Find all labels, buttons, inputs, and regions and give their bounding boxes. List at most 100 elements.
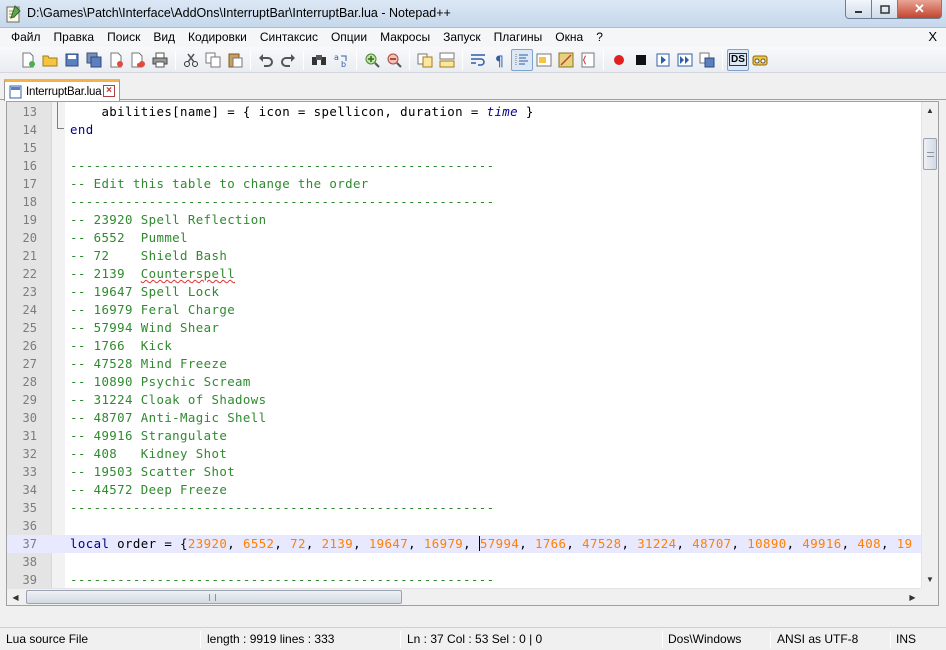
zoom-in-button[interactable] bbox=[361, 49, 383, 71]
menu-language[interactable]: Синтаксис bbox=[254, 28, 325, 47]
line-text[interactable]: -- 19503 Scatter Shot bbox=[70, 463, 235, 481]
tab-close-icon[interactable]: × bbox=[103, 85, 115, 97]
folder-view-button[interactable] bbox=[533, 49, 555, 71]
code-line[interactable]: 31 -- 49916 Strangulate bbox=[7, 427, 921, 445]
maximize-button[interactable] bbox=[872, 0, 898, 19]
tab-interruptbar-lua[interactable]: InterruptBar.lua × bbox=[4, 79, 120, 101]
line-text[interactable]: -- 408 Kidney Shot bbox=[70, 445, 227, 463]
code-line[interactable]: 27 -- 47528 Mind Freeze bbox=[7, 355, 921, 373]
line-text[interactable]: end bbox=[70, 121, 94, 139]
menu-run[interactable]: Запуск bbox=[437, 28, 488, 47]
spellcheck-button[interactable] bbox=[749, 49, 771, 71]
code-line[interactable]: 23 -- 19647 Spell Lock bbox=[7, 283, 921, 301]
code-line[interactable]: 21 -- 72 Shield Bash bbox=[7, 247, 921, 265]
line-text[interactable]: -- 2139 Counterspell bbox=[70, 265, 235, 283]
copy-button[interactable] bbox=[202, 49, 224, 71]
save-all-button[interactable] bbox=[83, 49, 105, 71]
line-text[interactable]: abilities[name] = { icon = spellicon, du… bbox=[70, 103, 534, 121]
record-macro-button[interactable] bbox=[608, 49, 630, 71]
code-line[interactable]: 18 --------------------------------------… bbox=[7, 193, 921, 211]
vertical-scroll-thumb[interactable] bbox=[923, 138, 937, 170]
word-wrap-button[interactable] bbox=[467, 49, 489, 71]
menu-settings[interactable]: Опции bbox=[325, 28, 374, 47]
ds-button[interactable]: DS bbox=[727, 48, 749, 71]
code-line[interactable]: 37 local order = {23920, 6552, 72, 2139, … bbox=[7, 535, 921, 553]
menu-window[interactable]: Окна bbox=[549, 28, 590, 47]
scroll-down-arrow-icon[interactable]: ▼ bbox=[922, 571, 938, 588]
stop-record-button[interactable] bbox=[630, 49, 652, 71]
scroll-right-arrow-icon[interactable]: ▶ bbox=[904, 589, 921, 605]
scroll-left-arrow-icon[interactable]: ◀ bbox=[7, 589, 24, 605]
menu-search[interactable]: Поиск bbox=[101, 28, 147, 47]
replace-button[interactable]: ab bbox=[330, 49, 352, 71]
sync-vertical-button[interactable] bbox=[414, 49, 436, 71]
open-file-button[interactable] bbox=[39, 49, 61, 71]
find-button[interactable] bbox=[308, 49, 330, 71]
line-text[interactable]: -- 47528 Mind Freeze bbox=[70, 355, 227, 373]
close-window-button[interactable]: ✕ bbox=[898, 0, 942, 19]
undo-button[interactable] bbox=[255, 49, 277, 71]
menu-macro[interactable]: Макросы bbox=[374, 28, 437, 47]
paste-button[interactable] bbox=[224, 49, 246, 71]
line-text[interactable]: -- 72 Shield Bash bbox=[70, 247, 227, 265]
close-all-button[interactable] bbox=[127, 49, 149, 71]
close-document-x[interactable]: X bbox=[928, 29, 937, 44]
line-text[interactable]: -- 49916 Strangulate bbox=[70, 427, 227, 445]
code-line[interactable]: 22 -- 2139 Counterspell bbox=[7, 265, 921, 283]
code-line[interactable]: 33 -- 19503 Scatter Shot bbox=[7, 463, 921, 481]
line-text[interactable]: -- 16979 Feral Charge bbox=[70, 301, 235, 319]
code-line[interactable]: 25 -- 57994 Wind Shear bbox=[7, 319, 921, 337]
menu-view[interactable]: Вид bbox=[147, 28, 182, 47]
code-line[interactable]: 15 bbox=[7, 139, 921, 157]
sync-horizontal-button[interactable] bbox=[436, 49, 458, 71]
menu-edit[interactable]: Правка bbox=[48, 28, 102, 47]
show-all-chars-button[interactable]: ¶ bbox=[489, 49, 511, 71]
code-line[interactable]: 19 -- 23920 Spell Reflection bbox=[7, 211, 921, 229]
new-file-button[interactable] bbox=[17, 49, 39, 71]
code-line[interactable]: 29 -- 31224 Cloak of Shadows bbox=[7, 391, 921, 409]
code-line[interactable]: 38 bbox=[7, 553, 921, 571]
cut-button[interactable] bbox=[180, 49, 202, 71]
menu-help[interactable]: ? bbox=[590, 28, 610, 47]
code-line[interactable]: 30 -- 48707 Anti-Magic Shell bbox=[7, 409, 921, 427]
line-text[interactable]: -- 31224 Cloak of Shadows bbox=[70, 391, 267, 409]
zoom-out-button[interactable] bbox=[383, 49, 405, 71]
menu-encoding[interactable]: Кодировки bbox=[182, 28, 254, 47]
line-text[interactable]: local order = {23920, 6552, 72, 2139, 19… bbox=[70, 535, 912, 553]
line-text[interactable]: -- 23920 Spell Reflection bbox=[70, 211, 267, 229]
line-text[interactable]: ----------------------------------------… bbox=[70, 193, 494, 211]
code-line[interactable]: 13 abilities[name] = { icon = spellicon,… bbox=[7, 103, 921, 121]
doc-map-button[interactable] bbox=[555, 49, 577, 71]
line-text[interactable]: -- Edit this table to change the order bbox=[70, 175, 369, 193]
code-line[interactable]: 32 -- 408 Kidney Shot bbox=[7, 445, 921, 463]
menu-file[interactable]: Файл bbox=[5, 28, 48, 47]
code-line[interactable]: 20 -- 6552 Pummel bbox=[7, 229, 921, 247]
line-text[interactable]: -- 1766 Kick bbox=[70, 337, 172, 355]
minimize-button[interactable] bbox=[845, 0, 872, 19]
code-line[interactable]: 28 -- 10890 Psychic Scream bbox=[7, 373, 921, 391]
line-text[interactable]: -- 10890 Psychic Scream bbox=[70, 373, 251, 391]
run-macro-multiple-button[interactable] bbox=[674, 49, 696, 71]
vertical-scrollbar[interactable]: ▲ ▼ bbox=[921, 102, 938, 588]
status-encoding[interactable]: ANSI as UTF-8 bbox=[777, 628, 858, 650]
horizontal-scroll-thumb[interactable] bbox=[26, 590, 402, 604]
line-text[interactable]: -- 57994 Wind Shear bbox=[70, 319, 219, 337]
scroll-up-arrow-icon[interactable]: ▲ bbox=[922, 102, 938, 119]
line-text[interactable]: ----------------------------------------… bbox=[70, 157, 494, 175]
code-line[interactable]: 26 -- 1766 Kick bbox=[7, 337, 921, 355]
redo-button[interactable] bbox=[277, 49, 299, 71]
indent-guide-button[interactable] bbox=[511, 48, 533, 71]
function-list-button[interactable] bbox=[577, 49, 599, 71]
status-eol[interactable]: Dos\Windows bbox=[668, 628, 741, 650]
line-text[interactable]: -- 19647 Spell Lock bbox=[70, 283, 219, 301]
print-button[interactable] bbox=[149, 49, 171, 71]
menu-plugins[interactable]: Плагины bbox=[488, 28, 550, 47]
line-text[interactable]: -- 44572 Deep Freeze bbox=[70, 481, 227, 499]
code-line[interactable]: 39 --------------------------------------… bbox=[7, 571, 921, 589]
save-macro-button[interactable] bbox=[696, 49, 718, 71]
code-line[interactable]: 36 bbox=[7, 517, 921, 535]
code-line[interactable]: 14 end bbox=[7, 121, 921, 139]
code-line[interactable]: 16 --------------------------------------… bbox=[7, 157, 921, 175]
line-text[interactable]: ----------------------------------------… bbox=[70, 499, 494, 517]
code-editor[interactable]: 13 abilities[name] = { icon = spellicon,… bbox=[6, 101, 939, 606]
